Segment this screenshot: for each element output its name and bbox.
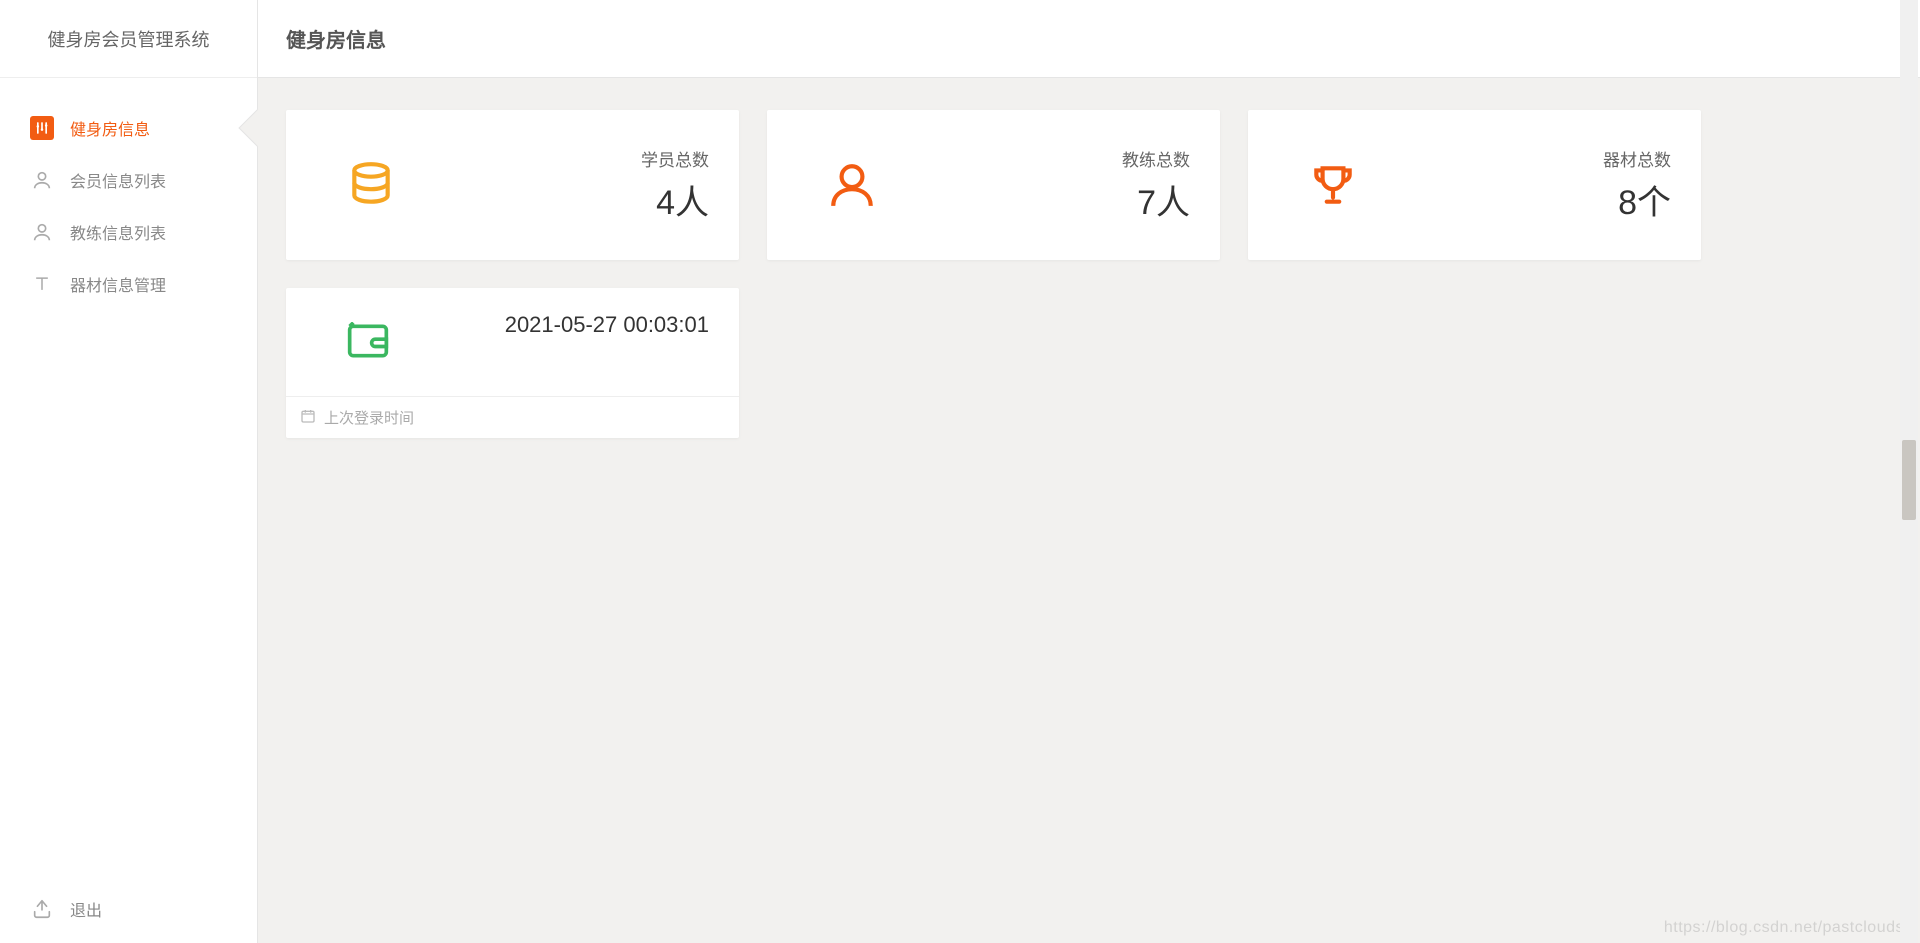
topbar: 健身房信息 xyxy=(258,0,1920,78)
stat-info: 教练总数 7人 xyxy=(1122,146,1190,224)
sidebar-item-label: 教练信息列表 xyxy=(70,220,166,244)
sidebar-item-gym-info[interactable]: 健身房信息 xyxy=(0,102,257,154)
sidebar-item-equipment[interactable]: 器材信息管理 xyxy=(0,258,257,310)
stat-info: 学员总数 4人 xyxy=(641,146,709,224)
stat-value: 4人 xyxy=(641,175,709,224)
stat-value: 8个 xyxy=(1603,175,1671,224)
login-footer: 上次登录时间 xyxy=(286,396,739,438)
stat-cards-row: 学员总数 4人 教练总数 7人 器材总数 8个 xyxy=(286,110,1892,438)
sidebar-item-label: 器材信息管理 xyxy=(70,272,166,296)
stat-card-coaches: 教练总数 7人 xyxy=(767,110,1220,260)
page-title: 健身房信息 xyxy=(286,24,386,53)
user-icon xyxy=(30,168,54,192)
login-top: 2021-05-27 00:03:01 xyxy=(316,312,709,360)
settings-icon xyxy=(30,116,54,140)
logout-label: 退出 xyxy=(70,897,102,921)
sidebar-item-label: 健身房信息 xyxy=(70,116,150,140)
app-title: 健身房会员管理系统 xyxy=(48,26,210,52)
content: 学员总数 4人 教练总数 7人 器材总数 8个 xyxy=(258,78,1920,943)
stat-value: 7人 xyxy=(1122,175,1190,224)
wallet-icon xyxy=(346,322,390,360)
sidebar-item-label: 会员信息列表 xyxy=(70,168,166,192)
stat-label: 学员总数 xyxy=(641,146,709,171)
stat-info: 器材总数 8个 xyxy=(1603,146,1671,224)
last-login-card: 2021-05-27 00:03:01 上次登录时间 xyxy=(286,288,739,438)
logout-icon xyxy=(30,897,54,921)
stat-label: 器材总数 xyxy=(1603,146,1671,171)
user-icon xyxy=(30,220,54,244)
logout-button[interactable]: 退出 xyxy=(0,879,257,943)
scrollbar-thumb[interactable] xyxy=(1902,440,1916,520)
calendar-icon xyxy=(300,408,316,428)
sidebar-item-coach-list[interactable]: 教练信息列表 xyxy=(0,206,257,258)
stat-card-equipment: 器材总数 8个 xyxy=(1248,110,1701,260)
trophy-icon xyxy=(1308,160,1358,210)
app-logo: 健身房会员管理系统 xyxy=(0,0,257,78)
main: 健身房信息 学员总数 4人 教练总数 7人 xyxy=(258,0,1920,943)
last-login-label: 上次登录时间 xyxy=(324,407,414,428)
database-icon xyxy=(346,160,396,210)
last-login-time: 2021-05-27 00:03:01 xyxy=(460,312,709,338)
stat-card-students: 学员总数 4人 xyxy=(286,110,739,260)
stat-label: 教练总数 xyxy=(1122,146,1190,171)
sidebar: 健身房会员管理系统 健身房信息 会员信息列表 教练信息列表 器材信息管理 xyxy=(0,0,258,943)
user-icon xyxy=(827,160,877,210)
sidebar-item-member-list[interactable]: 会员信息列表 xyxy=(0,154,257,206)
scrollbar[interactable] xyxy=(1900,0,1918,943)
sidebar-nav: 健身房信息 会员信息列表 教练信息列表 器材信息管理 xyxy=(0,78,257,879)
text-icon xyxy=(30,272,54,296)
